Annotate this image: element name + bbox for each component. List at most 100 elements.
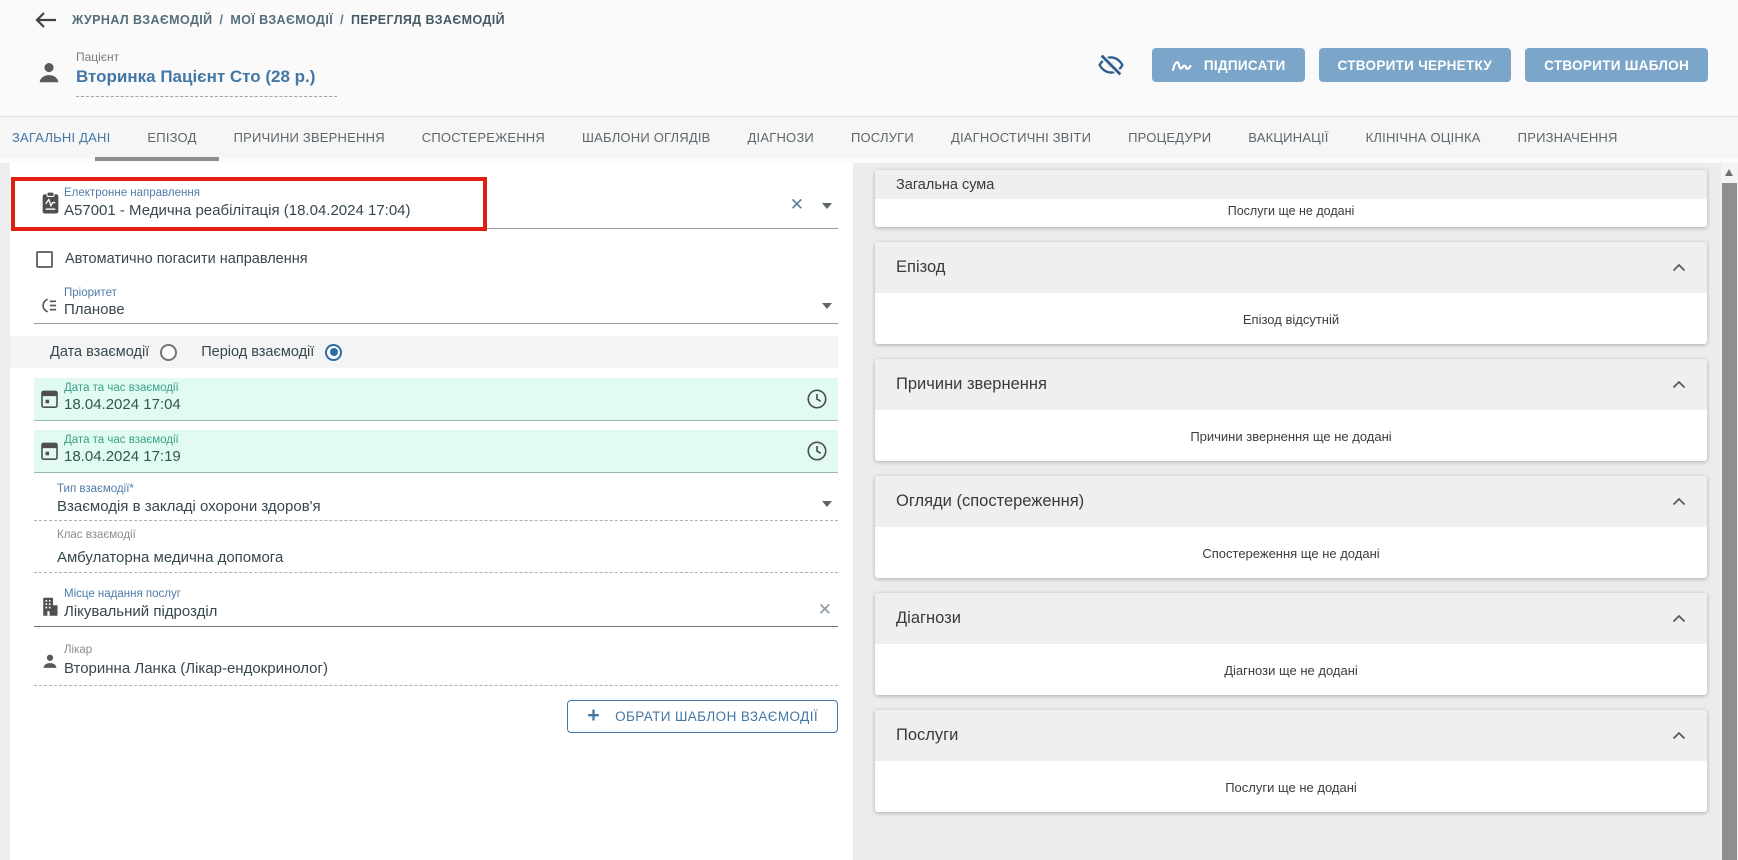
sign-button[interactable]: ПІДПИСАТИ	[1152, 48, 1305, 82]
referral-clipboard-icon	[40, 190, 61, 221]
visibility-off-button[interactable]	[1096, 51, 1126, 79]
tab[interactable]: ПРОЦЕДУРИ	[1128, 130, 1211, 145]
summary-card-title: Загальна сума	[896, 177, 994, 193]
doctor-field[interactable]: Лікар Вторинна Ланка (Лікар-ендокринолог…	[34, 641, 838, 686]
scrollbar-up-arrow[interactable]	[1725, 169, 1733, 176]
tab-label: ЗАГАЛЬНІ ДАНІ	[12, 130, 110, 145]
interaction-type-field[interactable]: Тип взаємодії* Взаємодія в закладі охоро…	[34, 483, 838, 521]
date-end-value: 18.04.2024 17:19	[64, 448, 181, 465]
breadcrumb-separator: /	[340, 13, 344, 27]
main-content: Електронне направлення A57001 - Медична …	[0, 163, 1738, 860]
clock-icon[interactable]	[806, 440, 828, 467]
eye-off-icon	[1096, 51, 1126, 79]
date-end-field[interactable]: Дата та час взаємодії 18.04.2024 17:19	[34, 430, 838, 473]
chevron-up-icon	[1672, 263, 1686, 272]
tab[interactable]: СПОСТЕРЕЖЕННЯ	[422, 130, 545, 145]
service-place-field[interactable]: Місце надання послуг Лікувальний підрозд…	[34, 588, 838, 627]
tab-label: ДІАГНОСТИЧНІ ЗВІТИ	[951, 130, 1091, 145]
radio-icon	[160, 344, 177, 361]
priority-value: Планове	[64, 301, 125, 318]
summary-card-body: Епізод відсутній	[875, 293, 1707, 344]
date-start-field[interactable]: Дата та час взаємодії 18.04.2024 17:04	[34, 378, 838, 421]
tab-label: ВАКЦИНАЦІЇ	[1248, 130, 1328, 145]
patient-avatar-icon	[36, 60, 62, 91]
summary-pane: Загальна сума Послуги ще не додані	[853, 163, 1721, 860]
summary-card-header: Загальна сума	[875, 170, 1707, 199]
interaction-class-label: Клас взаємодії	[57, 529, 136, 541]
tab[interactable]: ПОСЛУГИ	[851, 130, 914, 145]
choose-template-label: ОБРАТИ ШАБЛОН ВЗАЄМОДІЇ	[615, 709, 818, 724]
interaction-type-dropdown-icon[interactable]	[822, 501, 832, 507]
auto-close-checkbox-label: Автоматично погасити направлення	[65, 251, 308, 267]
summary-card-title: Діагнози	[896, 609, 961, 628]
breadcrumb-item[interactable]: ЖУРНАЛ ВЗАЄМОДІЙ	[72, 13, 213, 27]
service-place-label: Місце надання послуг	[64, 588, 181, 600]
tab-bar: ЗАГАЛЬНІ ДАНІ ЕПІЗОД ПРИЧИНИ ЗВЕРНЕННЯ С…	[0, 116, 1738, 158]
referral-clear-icon[interactable]: ✕	[790, 196, 804, 213]
radio-option[interactable]: Дата взаємодії	[50, 344, 177, 361]
radio-option[interactable]: Період взаємодії	[201, 344, 342, 361]
building-icon	[41, 596, 59, 621]
chevron-up-icon	[1672, 497, 1686, 506]
breadcrumb-separator: /	[220, 13, 224, 27]
referral-field[interactable]: Електронне направлення A57001 - Медична …	[34, 181, 838, 229]
summary-card: Діагнози Діагнози ще не додані	[875, 593, 1707, 695]
tab-label: ПРОЦЕДУРИ	[1128, 130, 1211, 145]
header-actions: ПІДПИСАТИ СТВОРИТИ ЧЕРНЕТКУ СТВОРИТИ ШАБ…	[1096, 48, 1708, 82]
tab[interactable]: ПРИЗНАЧЕННЯ	[1518, 130, 1618, 145]
chevron-up-icon	[1672, 614, 1686, 623]
tabbar-hscrollbar-thumb[interactable]	[95, 157, 219, 161]
breadcrumb-current: ПЕРЕГЛЯД ВЗАЄМОДІЙ	[351, 13, 505, 27]
summary-card-header[interactable]: Епізод	[875, 242, 1707, 293]
interaction-type-value: Взаємодія в закладі охорони здоров'я	[57, 498, 321, 515]
tab[interactable]: ДІАГНОСТИЧНІ ЗВІТИ	[951, 130, 1091, 145]
referral-dropdown-icon[interactable]	[822, 203, 832, 209]
doctor-label: Лікар	[64, 644, 92, 656]
service-place-clear-icon[interactable]: ✕	[818, 601, 832, 618]
summary-empty-text: Послуги ще не додані	[1228, 204, 1355, 218]
create-draft-button[interactable]: СТВОРИТИ ЧЕРНЕТКУ	[1319, 48, 1512, 82]
left-gutter	[0, 163, 10, 860]
breadcrumb-item[interactable]: МОЇ ВЗАЄМОДІЇ	[230, 13, 333, 27]
patient-text: Пацієнт Вторинка Пацієнт Сто (28 р.)	[76, 50, 337, 97]
patient-name-link[interactable]: Вторинка Пацієнт Сто (28 р.)	[76, 67, 315, 87]
tab-label: ЕПІЗОД	[147, 130, 196, 145]
choose-interaction-template-button[interactable]: + ОБРАТИ ШАБЛОН ВЗАЄМОДІЇ	[567, 700, 838, 733]
priority-label: Пріоритет	[64, 287, 117, 299]
breadcrumb-items: ЖУРНАЛ ВЗАЄМОДІЙ / МОЇ ВЗАЄМОДІЇ / ПЕРЕГ…	[72, 13, 505, 27]
summary-card-header[interactable]: Послуги	[875, 710, 1707, 761]
breadcrumb: ЖУРНАЛ ВЗАЄМОДІЙ / МОЇ ВЗАЄМОДІЇ / ПЕРЕГ…	[34, 9, 505, 31]
summary-cards: Загальна сума Послуги ще не додані	[875, 170, 1707, 827]
summary-card-header[interactable]: Огляди (спостереження)	[875, 476, 1707, 527]
calendar-icon	[40, 388, 59, 414]
summary-card-header[interactable]: Причини звернення	[875, 359, 1707, 410]
tab[interactable]: ЕПІЗОД	[147, 130, 196, 145]
patient-info: Пацієнт Вторинка Пацієнт Сто (28 р.)	[36, 50, 337, 97]
interaction-form: Електронне направлення A57001 - Медична …	[10, 163, 853, 860]
patient-label: Пацієнт	[76, 50, 315, 64]
interaction-class-value: Амбулаторна медична допомога	[57, 549, 283, 566]
tab[interactable]: ДІАГНОЗИ	[748, 130, 814, 145]
auto-close-checkbox-row[interactable]: Автоматично погасити направлення	[36, 247, 436, 271]
tab[interactable]: ПРИЧИНИ ЗВЕРНЕННЯ	[234, 130, 385, 145]
summary-empty-text: Діагнози ще не додані	[1224, 663, 1358, 678]
summary-card-body: Діагнози ще не додані	[875, 644, 1707, 695]
scrollbar-thumb[interactable]	[1722, 183, 1737, 860]
tab[interactable]: ВАКЦИНАЦІЇ	[1248, 130, 1328, 145]
tab[interactable]: ШАБЛОНИ ОГЛЯДІВ	[582, 130, 711, 145]
service-place-value: Лікувальний підрозділ	[64, 603, 217, 620]
summary-empty-text: Причини звернення ще не додані	[1190, 429, 1391, 444]
interaction-class-field[interactable]: Клас взаємодії Амбулаторна медична допом…	[34, 525, 838, 573]
tab-label: ПРИЗНАЧЕННЯ	[1518, 130, 1618, 145]
back-button[interactable]	[34, 9, 60, 31]
create-template-button[interactable]: СТВОРИТИ ШАБЛОН	[1525, 48, 1708, 82]
priority-icon	[39, 295, 59, 321]
priority-field[interactable]: Пріоритет Планове	[34, 287, 838, 324]
priority-dropdown-icon[interactable]	[822, 303, 832, 309]
date-start-label: Дата та час взаємодії	[64, 382, 179, 394]
tab[interactable]: ЗАГАЛЬНІ ДАНІ	[12, 130, 110, 145]
summary-card: Послуги Послуги ще не додані	[875, 710, 1707, 812]
tab[interactable]: КЛІНІЧНА ОЦІНКА	[1366, 130, 1481, 145]
summary-card-header[interactable]: Діагнози	[875, 593, 1707, 644]
clock-icon[interactable]	[806, 388, 828, 415]
